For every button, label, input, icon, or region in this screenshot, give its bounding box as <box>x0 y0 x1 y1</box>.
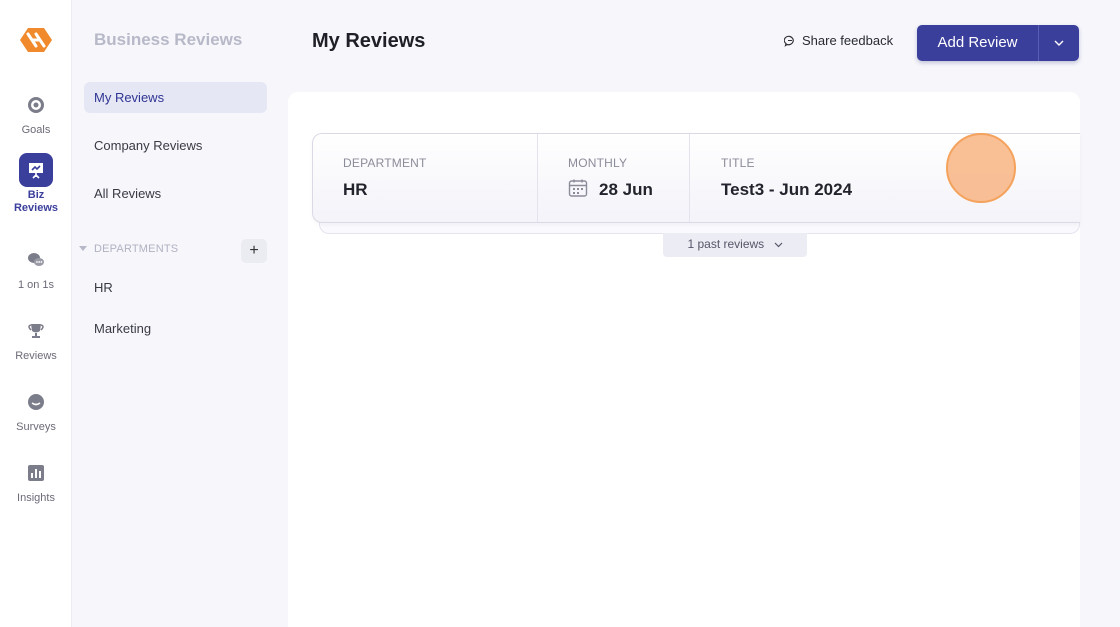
nav-1on1s[interactable]: 1 on 1s <box>0 243 72 292</box>
title-label: TITLE <box>721 156 755 170</box>
title-column: TITLE Test3 - Jun 2024 <box>689 134 1079 222</box>
sidebar-item-my-reviews[interactable]: My Reviews <box>84 82 267 113</box>
nav-label: Reviews <box>15 350 57 362</box>
chevron-down-icon <box>1054 40 1064 46</box>
sidebar-item-all-reviews[interactable]: All Reviews <box>84 178 267 209</box>
nav-label: 1 on 1s <box>17 279 55 291</box>
app-logo[interactable] <box>18 24 54 56</box>
share-feedback-link[interactable]: Share feedback <box>784 33 893 48</box>
department-column: DEPARTMENT HR <box>313 134 537 222</box>
review-date: 28 Jun <box>599 180 653 199</box>
section-sidebar: Business Reviews My Reviews Company Revi… <box>73 0 280 627</box>
nav-label: Surveys <box>16 421 56 433</box>
caret-down-icon <box>79 246 87 251</box>
nav-surveys[interactable]: Surveys <box>0 385 72 434</box>
sidebar-item-company-reviews[interactable]: Company Reviews <box>84 130 267 161</box>
app-nav-rail: Goals Biz Reviews 1 on 1s Reviews Survey… <box>0 0 72 627</box>
add-review-dropdown-button[interactable] <box>1039 25 1079 61</box>
sidebar-item-dept-hr[interactable]: HR <box>84 272 267 303</box>
share-feedback-label: Share feedback <box>802 33 894 48</box>
chevron-down-icon <box>774 242 782 248</box>
sidebar-title: Business Reviews <box>94 30 243 49</box>
nav-goals[interactable]: Goals <box>0 88 72 137</box>
speech-bubble-icon <box>784 35 794 47</box>
past-reviews-toggle[interactable]: 1 past reviews <box>663 233 807 257</box>
department-label: DEPARTMENT <box>343 156 427 170</box>
department-value: HR <box>343 180 368 199</box>
add-department-button[interactable]: + <box>241 239 267 263</box>
trophy-icon <box>19 314 53 348</box>
departments-header[interactable]: DEPARTMENTS + <box>79 239 269 263</box>
calendar-icon <box>568 179 588 197</box>
presentation-icon <box>19 153 53 187</box>
bar-chart-icon <box>19 456 53 490</box>
nav-label: Goals <box>21 124 51 136</box>
review-title: Test3 - Jun 2024 <box>721 180 853 199</box>
date-column: MONTHLY 28 Jun <box>537 134 689 222</box>
chat-bubbles-icon <box>19 243 53 277</box>
departments-label: DEPARTMENTS <box>94 243 179 255</box>
click-highlight-indicator <box>946 133 1016 203</box>
add-review-split-button: Add Review <box>917 25 1079 61</box>
nav-biz-reviews[interactable]: Biz Reviews <box>0 153 72 215</box>
nav-insights[interactable]: Insights <box>0 456 72 505</box>
past-reviews-label: 1 past reviews <box>687 237 765 251</box>
target-icon <box>19 88 53 122</box>
frequency-label: MONTHLY <box>568 156 628 170</box>
nav-label: Insights <box>17 492 55 504</box>
add-review-button[interactable]: Add Review <box>917 25 1039 61</box>
nav-label: Biz Reviews <box>13 189 59 214</box>
sidebar-item-dept-marketing[interactable]: Marketing <box>84 313 267 344</box>
page-title: My Reviews <box>312 30 426 52</box>
survey-bubble-icon <box>19 385 53 419</box>
nav-reviews[interactable]: Reviews <box>0 314 72 363</box>
